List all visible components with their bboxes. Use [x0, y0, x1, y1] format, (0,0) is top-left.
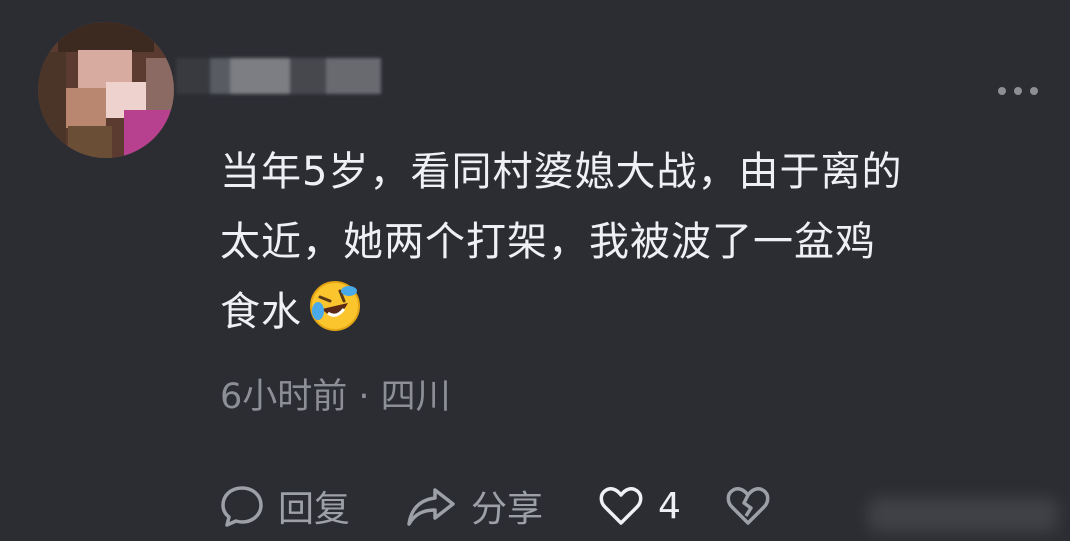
share-label: 分享	[471, 489, 544, 530]
like-count: 4	[658, 485, 681, 527]
comment-line-1: 当年5岁，看同村婆媳大战，由于离的	[220, 149, 903, 195]
comment-card: 当年5岁，看同村婆媳大战，由于离的 太近，她两个打架，我被波了一盆鸡 食水 6小…	[0, 0, 1070, 541]
comment-text: 当年5岁，看同村婆媳大战，由于离的 太近，她两个打架，我被波了一盆鸡 食水	[220, 137, 1020, 347]
rolling-on-floor-laughing-emoji	[308, 279, 362, 333]
comment-meta: 6小时前 · 四川	[220, 377, 451, 417]
more-dots-icon[interactable]	[998, 84, 1038, 98]
share-button[interactable]: 分享	[403, 476, 543, 536]
heart-icon	[598, 483, 644, 529]
broken-heart-icon	[725, 483, 771, 529]
reply-button[interactable]: 回复	[218, 476, 350, 536]
reply-label: 回复	[278, 489, 351, 530]
comment-line-2: 太近，她两个打架，我被波了一盆鸡	[220, 219, 876, 265]
comment-line-3: 食水	[220, 277, 1020, 347]
comment-line-3-text: 食水	[220, 289, 302, 335]
dislike-button[interactable]	[725, 476, 771, 536]
chat-bubble-icon	[218, 482, 266, 530]
watermark-smudge	[868, 498, 1058, 532]
avatar[interactable]	[38, 22, 174, 158]
like-button[interactable]: 4	[598, 476, 681, 536]
share-arrow-icon	[403, 482, 459, 530]
username-redacted	[176, 52, 381, 100]
